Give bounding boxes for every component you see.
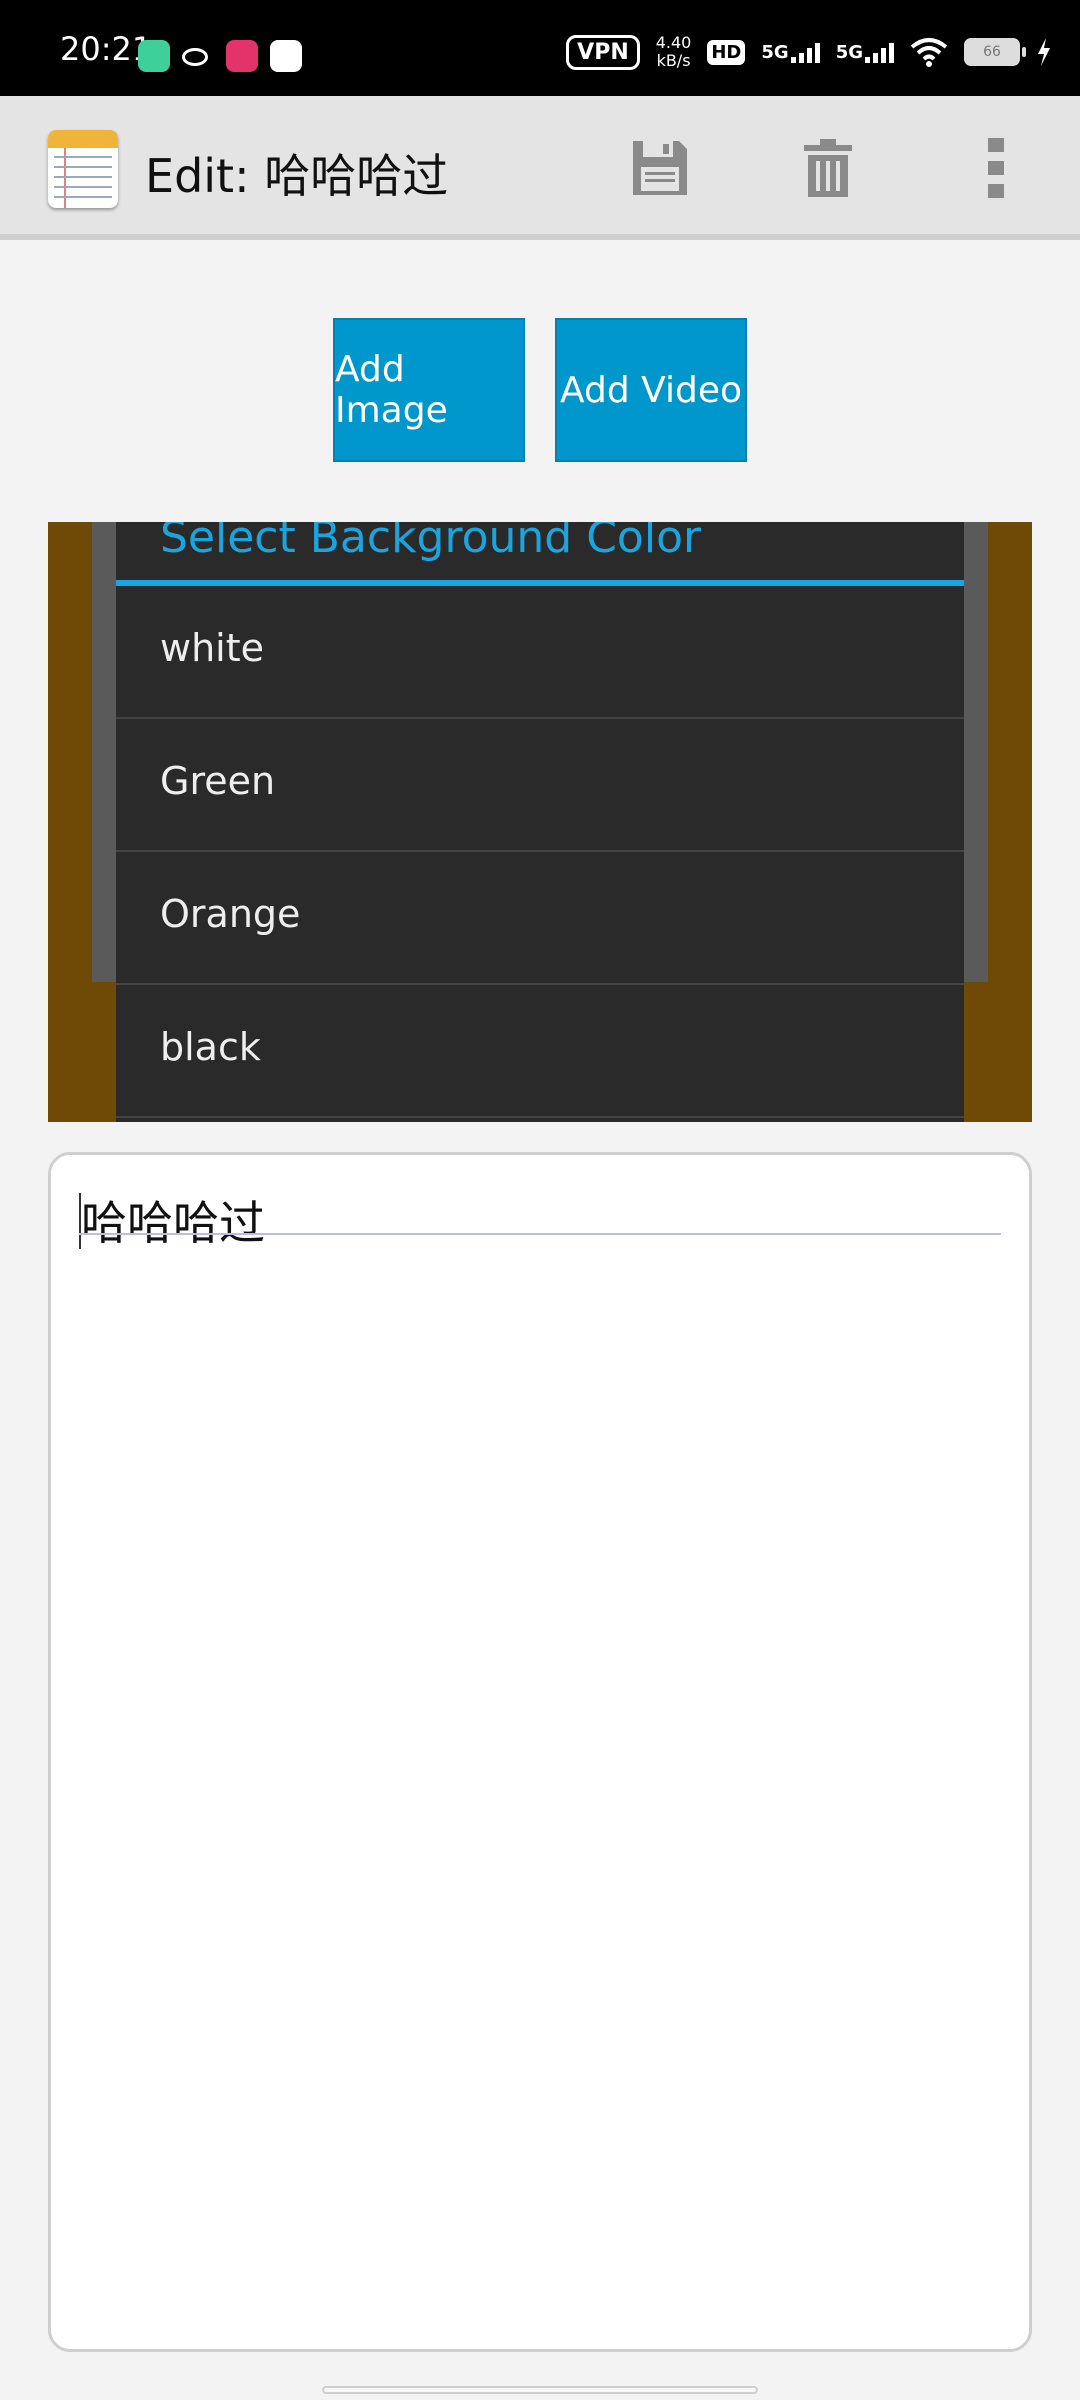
note-text-editor[interactable]: 哈哈哈过 [48,1152,1032,2352]
add-image-button[interactable]: Add Image [333,318,525,462]
delete-icon [804,139,852,197]
color-option-orange[interactable]: Orange [116,852,964,985]
notification-app-icon [138,40,170,72]
page-title: Edit: 哈哈哈过 [145,149,449,203]
signal-bars-icon [865,41,894,63]
overflow-menu-button[interactable] [960,132,1032,204]
save-button[interactable] [624,132,696,204]
notification-video-app-icon [226,40,258,72]
signal-bars-icon [790,41,820,63]
home-indicator[interactable] [322,2386,758,2394]
charging-icon [1038,38,1050,66]
delete-button[interactable] [792,132,864,204]
wifi-icon [910,38,948,67]
dialog-title: Select Background Color [160,522,702,563]
save-icon [633,141,687,195]
background-color-dialog: Select Background Color white Green Oran… [116,522,964,1122]
notification-run-app-icon [270,40,302,72]
network-speed-unit: kB/s [656,51,691,70]
attached-image[interactable]: Select Background Color white Green Oran… [48,522,1032,1122]
network-speed-value: 4.40 [655,33,692,52]
status-right: VPN 4.40 kB/s HD 5G 5G 66 [566,28,1052,76]
network-type-1: 5G [761,42,789,63]
vpn-badge: VPN [566,34,640,70]
note-text: 哈哈哈过 [81,1196,265,1250]
status-bar: 20:21 VPN 4.40 kB/s HD 5G 5G 66 [0,0,1080,96]
hd-badge: HD [707,39,746,65]
battery-icon: 66 [964,38,1026,66]
cellular-signal-2: 5G [836,41,894,63]
network-speed: 4.40 kB/s [656,34,692,70]
add-video-button[interactable]: Add Video [555,318,747,462]
notification-link-icon [182,48,208,66]
battery-level: 66 [983,44,1001,60]
color-option-label: Orange [160,892,301,936]
color-option-black[interactable]: black [116,985,964,1118]
overflow-menu-icon [988,138,1004,198]
color-option-label: Green [160,759,276,803]
color-option-white[interactable]: white [116,586,964,719]
notepad-app-icon[interactable] [48,130,118,208]
color-option-label: black [160,1025,261,1069]
network-type-2: 5G [835,42,863,63]
action-bar: Edit: 哈哈哈过 [0,96,1080,240]
color-option-green[interactable]: Green [116,719,964,852]
color-option-label: white [160,626,264,670]
cellular-signal-1: 5G [761,41,820,63]
editor-underline [79,1233,1001,1235]
